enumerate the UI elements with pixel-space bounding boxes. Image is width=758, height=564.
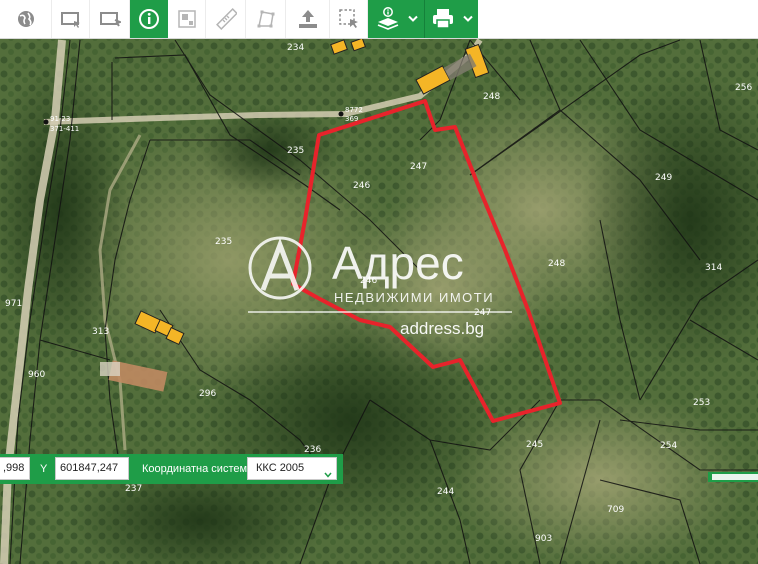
parcel-label: 235	[215, 237, 232, 247]
layers-info-icon	[376, 7, 400, 31]
road-point-label: 8772	[345, 106, 363, 114]
parcel-label: 256	[735, 83, 752, 93]
globe-icon	[16, 9, 36, 29]
geodetic-point-marker	[43, 119, 49, 125]
chevron-down-icon	[408, 15, 418, 23]
watermark-brand: Адрес	[332, 237, 464, 289]
select-area-button[interactable]	[52, 0, 90, 38]
y-coordinate-field[interactable]: 601847,247	[55, 457, 129, 480]
chevron-down-icon	[463, 15, 473, 23]
parcel-label: 709	[607, 505, 624, 515]
coordinate-system-select[interactable]: ККС 2005	[247, 457, 337, 480]
parcel-label: 971	[5, 299, 22, 309]
coordinate-system-label: Координатна система	[142, 463, 254, 475]
info-icon	[138, 8, 160, 30]
selection-icon	[338, 8, 360, 30]
parcel-label: 314	[705, 263, 722, 273]
parcel-label: 244	[437, 487, 454, 497]
parcel-label: 313	[92, 327, 109, 337]
parcel-label: 960	[28, 370, 45, 380]
ruler-button[interactable]	[206, 0, 246, 38]
x-coordinate-field[interactable]: ,998	[0, 457, 30, 480]
select-object-icon	[99, 9, 121, 29]
chevron-down-icon	[324, 465, 332, 479]
parcel-label: 246	[353, 181, 370, 191]
selection-button[interactable]	[330, 0, 368, 38]
y-coordinate-label: Y	[40, 463, 48, 475]
parcel-label: 903	[535, 534, 552, 544]
upload-icon	[297, 8, 319, 30]
parcel-label: 248	[548, 259, 565, 269]
parcel-label: 247	[474, 308, 491, 318]
polygon-icon	[255, 8, 277, 30]
watermark-url: address.bg	[400, 319, 484, 338]
parcel-label: 237	[125, 484, 142, 494]
globe-button[interactable]	[0, 0, 52, 38]
parcel-label: 296	[199, 389, 216, 399]
parcel-label: 254	[660, 441, 677, 451]
parcel-label: 248	[483, 92, 500, 102]
parcel-label: 249	[655, 173, 672, 183]
parcel-label: 235	[287, 146, 304, 156]
road-point-marker	[338, 111, 344, 117]
select-area-icon	[60, 9, 82, 29]
ruler-icon	[215, 8, 237, 30]
upload-button[interactable]	[286, 0, 330, 38]
parcel-label: 247	[410, 162, 427, 172]
info-button[interactable]	[130, 0, 168, 38]
watermark-tagline: НЕДВИЖИМИ ИМОТИ	[334, 290, 494, 305]
coordinate-bar: ,998 Y 601847,247 Координатна система КК…	[0, 454, 343, 484]
layers-info-dropdown[interactable]	[368, 0, 424, 38]
geodetic-point-label: 91-23	[50, 115, 70, 123]
map-toolbar	[0, 0, 758, 39]
select-object-button[interactable]	[90, 0, 130, 38]
parcel-label: 234	[287, 43, 304, 53]
print-icon	[431, 8, 455, 30]
measure-area-icon	[176, 8, 198, 30]
print-dropdown[interactable]	[424, 0, 478, 38]
coordinate-system-value: ККС 2005	[256, 462, 305, 474]
polygon-button[interactable]	[246, 0, 286, 38]
geodetic-point-sublabel: 371-411	[50, 125, 79, 133]
measure-area-button[interactable]	[168, 0, 206, 38]
parcel-label: 245	[526, 440, 543, 450]
parcel-label: 253	[693, 398, 710, 408]
